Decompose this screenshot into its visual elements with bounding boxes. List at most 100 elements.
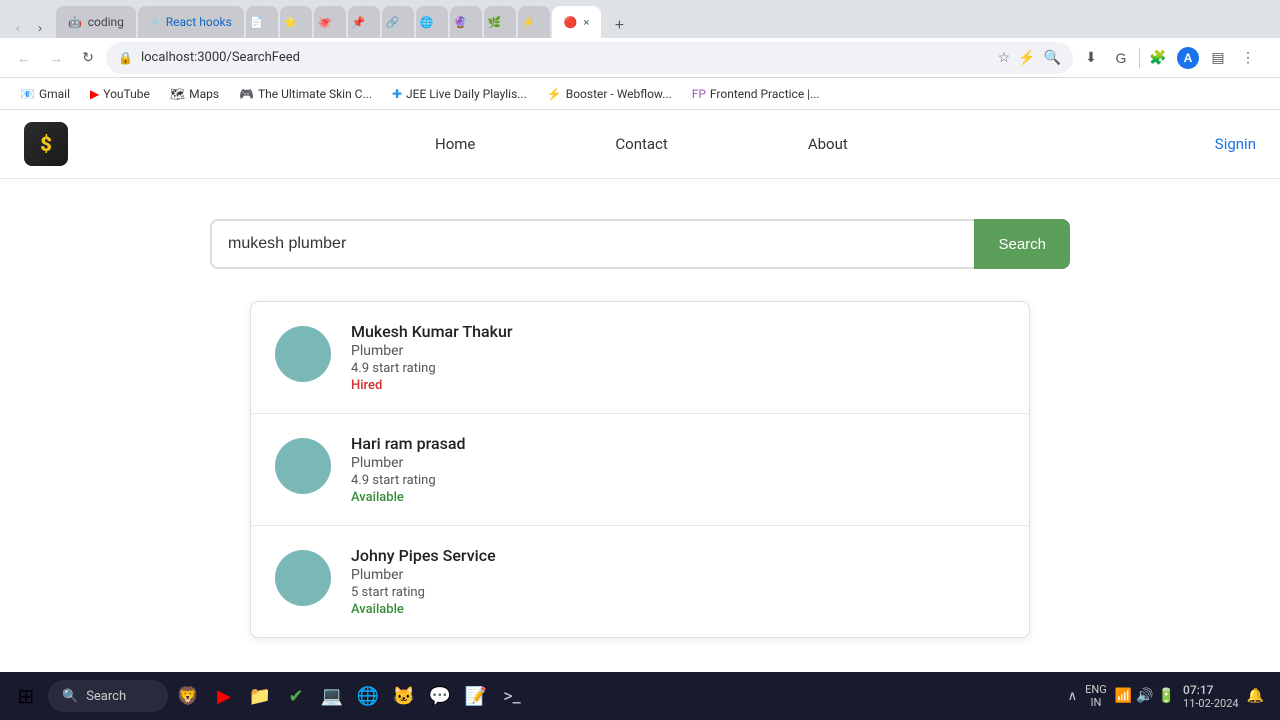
taskbar-right: ∧ ENGIN 📶 🔊 🔋 07:17 11-02-2024 🔔	[1060, 683, 1272, 710]
taskbar-terminal[interactable]: >_	[496, 680, 528, 712]
forward-btn[interactable]: →	[42, 44, 70, 72]
result-status-3: Available	[351, 602, 1005, 617]
nav-links: Home Contact About	[68, 135, 1215, 153]
battery-icon[interactable]: 🔋	[1158, 688, 1175, 704]
volume-icon[interactable]: 🔊	[1136, 688, 1153, 704]
tab-9[interactable]: 🔮	[450, 6, 482, 38]
date-display: 11-02-2024	[1183, 697, 1239, 710]
bookmark-jee[interactable]: ✚ JEE Live Daily Playlis...	[384, 85, 535, 103]
result-rating-2: 4.9 start rating	[351, 473, 1005, 488]
result-avatar-1	[275, 326, 331, 382]
result-status-1: Hired	[351, 378, 1005, 393]
zoom-icon[interactable]: 🔍	[1044, 50, 1061, 66]
notification-icon[interactable]: 🔔	[1247, 688, 1264, 704]
results-card: Mukesh Kumar Thakur Plumber 4.9 start ra…	[250, 301, 1030, 638]
taskbar-brave[interactable]: 🦁	[172, 680, 204, 712]
extension-icon[interactable]: ⚡	[1018, 50, 1035, 66]
taskbar-files[interactable]: 📁	[244, 680, 276, 712]
tab-bar: ‹ › 🤖 coding ⚛ React hooks 📄 ⭐ 🐙 📌 🔗 🌐	[0, 0, 1280, 38]
tab-3[interactable]: 📄	[246, 6, 278, 38]
tab-react-hooks[interactable]: ⚛ React hooks	[138, 6, 244, 38]
tab-active[interactable]: 🔴 ×	[552, 6, 602, 38]
main-content: Search Mukesh Kumar Thakur Plumber 4.9 s…	[0, 179, 1280, 672]
tab-11[interactable]: ⚡	[518, 6, 550, 38]
tab-5[interactable]: 🐙	[314, 6, 346, 38]
sidebar-btn[interactable]: ▤	[1204, 44, 1232, 72]
tab-6[interactable]: 📌	[348, 6, 380, 38]
extensions-btn[interactable]: 🧩	[1144, 44, 1172, 72]
bookmark-label: The Ultimate Skin C...	[258, 87, 372, 101]
result-status-2: Available	[351, 490, 1005, 505]
result-avatar-2	[275, 438, 331, 494]
nav-about[interactable]: About	[808, 135, 848, 153]
taskbar-search[interactable]: 🔍 Search	[48, 680, 168, 712]
result-item-1[interactable]: Mukesh Kumar Thakur Plumber 4.9 start ra…	[251, 302, 1029, 414]
taskbar-github[interactable]: 🐱	[388, 680, 420, 712]
tab-label: React hooks	[166, 15, 232, 29]
profile-btn[interactable]: A	[1174, 44, 1202, 72]
result-rating-1: 4.9 start rating	[351, 361, 1005, 376]
bookmark-bar: 📧 Gmail ▶ YouTube 🗺 Maps 🎮 The Ultimate …	[0, 78, 1280, 110]
new-tab-btn[interactable]: +	[607, 14, 631, 38]
taskbar-youtube[interactable]: ▶	[208, 680, 240, 712]
address-bar[interactable]: 🔒 localhost:3000/SearchFeed ☆ ⚡ 🔍	[106, 42, 1073, 74]
star-icon[interactable]: ☆	[998, 50, 1011, 66]
nav-home[interactable]: Home	[435, 135, 475, 153]
tab-back-btn[interactable]: ‹	[8, 18, 28, 38]
lock-icon: 🔒	[118, 51, 133, 65]
address-text: localhost:3000/SearchFeed	[141, 50, 990, 65]
search-button[interactable]: Search	[974, 219, 1070, 269]
search-input[interactable]	[210, 219, 974, 269]
tab-4[interactable]: ⭐	[280, 6, 312, 38]
tab-coding[interactable]: 🤖 coding	[56, 6, 136, 38]
tab-10[interactable]: 🌿	[484, 6, 516, 38]
bookmark-skin[interactable]: 🎮 The Ultimate Skin C...	[231, 85, 380, 103]
bookmark-label: Frontend Practice |...	[710, 87, 820, 101]
result-rating-3: 5 start rating	[351, 585, 1005, 600]
back-btn[interactable]: ←	[10, 44, 38, 72]
taskbar-checkmark[interactable]: ✔	[280, 680, 312, 712]
wifi-icon[interactable]: 📶	[1115, 688, 1132, 704]
bookmark-gmail[interactable]: 📧 Gmail	[12, 85, 78, 103]
taskbar-vscode[interactable]: 💻	[316, 680, 348, 712]
taskbar-notes[interactable]: 📝	[460, 680, 492, 712]
result-item-2[interactable]: Hari ram prasad Plumber 4.9 start rating…	[251, 414, 1029, 526]
nav-controls: ← → ↻ 🔒 localhost:3000/SearchFeed ☆ ⚡ 🔍 …	[0, 38, 1280, 78]
nav-signin[interactable]: Signin	[1215, 135, 1256, 153]
result-info-3: Johny Pipes Service Plumber 5 start rati…	[351, 546, 1005, 617]
bookmark-fp[interactable]: FP Frontend Practice |...	[684, 85, 828, 103]
bookmark-maps[interactable]: 🗺 Maps	[162, 85, 227, 103]
result-name-1: Mukesh Kumar Thakur	[351, 322, 1005, 341]
result-profession-1: Plumber	[351, 343, 1005, 359]
taskbar-chrome[interactable]: 🌐	[352, 680, 384, 712]
start-button[interactable]: ⊞	[8, 678, 44, 714]
refresh-btn[interactable]: ↻	[74, 44, 102, 72]
menu-btn[interactable]: ⋮	[1234, 44, 1262, 72]
result-name-2: Hari ram prasad	[351, 434, 1005, 453]
browser-right-icons: ⬇ G 🧩 A ▤ ⋮	[1077, 44, 1270, 72]
nav-contact[interactable]: Contact	[615, 135, 667, 153]
taskbar-whatsapp[interactable]: 💬	[424, 680, 456, 712]
result-profession-2: Plumber	[351, 455, 1005, 471]
bookmark-booster[interactable]: ⚡ Booster - Webflow...	[539, 85, 680, 103]
bookmark-youtube[interactable]: ▶ YouTube	[82, 85, 158, 103]
clock[interactable]: 07:17 11-02-2024	[1183, 683, 1239, 710]
navbar: $ Home Contact About Signin	[0, 110, 1280, 179]
tab-7[interactable]: 🔗	[382, 6, 414, 38]
result-info-1: Mukesh Kumar Thakur Plumber 4.9 start ra…	[351, 322, 1005, 393]
language-indicator: ENGIN	[1085, 683, 1107, 709]
tab-label: coding	[88, 15, 124, 29]
time-display: 07:17	[1183, 683, 1239, 697]
taskbar-search-text: Search	[86, 689, 126, 704]
tab-8[interactable]: 🌐	[416, 6, 448, 38]
tab-forward-btn[interactable]: ›	[30, 18, 50, 38]
tray-expand[interactable]: ∧	[1068, 689, 1078, 704]
result-item-3[interactable]: Johny Pipes Service Plumber 5 start rati…	[251, 526, 1029, 637]
result-info-2: Hari ram prasad Plumber 4.9 start rating…	[351, 434, 1005, 505]
page-content: $ Home Contact About Signin Search Mukes…	[0, 110, 1280, 672]
download-btn[interactable]: ⬇	[1077, 44, 1105, 72]
result-name-3: Johny Pipes Service	[351, 546, 1005, 565]
logo[interactable]: $	[24, 122, 68, 166]
accounts-btn[interactable]: G	[1107, 44, 1135, 72]
result-profession-3: Plumber	[351, 567, 1005, 583]
